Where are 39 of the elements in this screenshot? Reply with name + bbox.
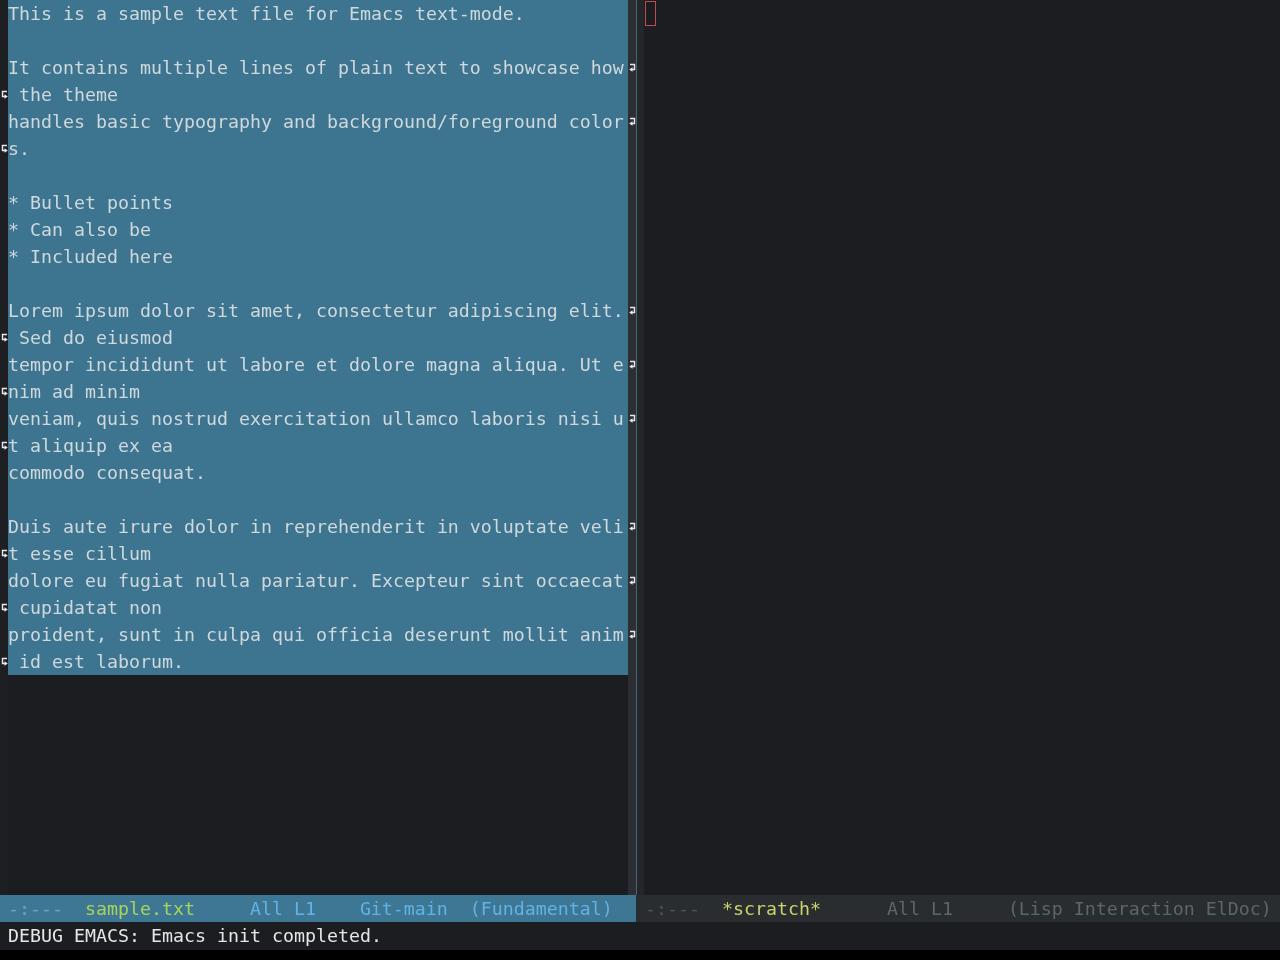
text-line: * Included here <box>8 245 173 269</box>
text-line: dolore eu fugiat nulla pariatur. Excepteur sint occaecat <box>8 569 624 593</box>
buffer-name: *scratch* <box>721 897 821 921</box>
text-line: tempor incididunt ut labore et dolore magna aliqua. Ut e <box>8 353 624 377</box>
buffer-status: -:--- <box>8 897 63 921</box>
major-mode: (Fundamental) <box>469 897 613 921</box>
text-line: cupidatat non <box>18 596 162 620</box>
text-line: nim ad minim <box>8 380 140 404</box>
text-line: handles basic typography and background/foreground color <box>8 110 624 134</box>
text-line: t aliquip ex ea <box>8 434 173 458</box>
major-mode: (Lisp Interaction ElDoc) <box>1007 897 1272 921</box>
text-line: id est laborum. <box>18 650 184 674</box>
git-branch: Git-main <box>359 897 448 921</box>
text-line: s. <box>8 137 30 161</box>
text-line: Duis aute irure dolor in reprehenderit in voluptate veli <box>8 515 624 539</box>
buffer-status: -:--- <box>645 897 700 921</box>
echo-message: DEBUG EMACS: Emacs init completed. <box>8 925 382 946</box>
curved-arrow-icon <box>0 90 8 99</box>
text-line: t esse cillum <box>8 542 151 566</box>
text-line: * Bullet points <box>8 191 173 215</box>
curved-arrow-icon <box>0 603 8 612</box>
text-line: This is a sample text file for Emacs text-mode. <box>8 2 525 26</box>
text-line: * Can also be <box>8 218 151 242</box>
curved-arrow-icon <box>0 441 8 450</box>
cursor-position: All L1 <box>886 897 953 921</box>
buffer-name: sample.txt <box>84 897 195 921</box>
curved-arrow-icon <box>0 549 8 558</box>
cursor-position: All L1 <box>249 897 316 921</box>
text-line: veniam, quis nostrud exercitation ullamco laboris nisi u <box>8 407 624 431</box>
curved-arrow-icon <box>0 144 8 153</box>
text-line: Lorem ipsum dolor sit amet, consectetur adipiscing elit. <box>8 299 624 323</box>
curved-arrow-icon <box>0 387 8 396</box>
text-line: proident, sunt in culpa qui officia deserunt mollit anim <box>8 623 624 647</box>
text-line: Sed do eiusmod <box>18 326 173 350</box>
curved-arrow-icon <box>0 333 8 342</box>
curved-arrow-icon <box>0 657 8 666</box>
text-line: commodo consequat. <box>8 461 206 485</box>
text-line: It contains multiple lines of plain text to showcase how <box>8 56 624 80</box>
text-line: the theme <box>18 83 118 107</box>
